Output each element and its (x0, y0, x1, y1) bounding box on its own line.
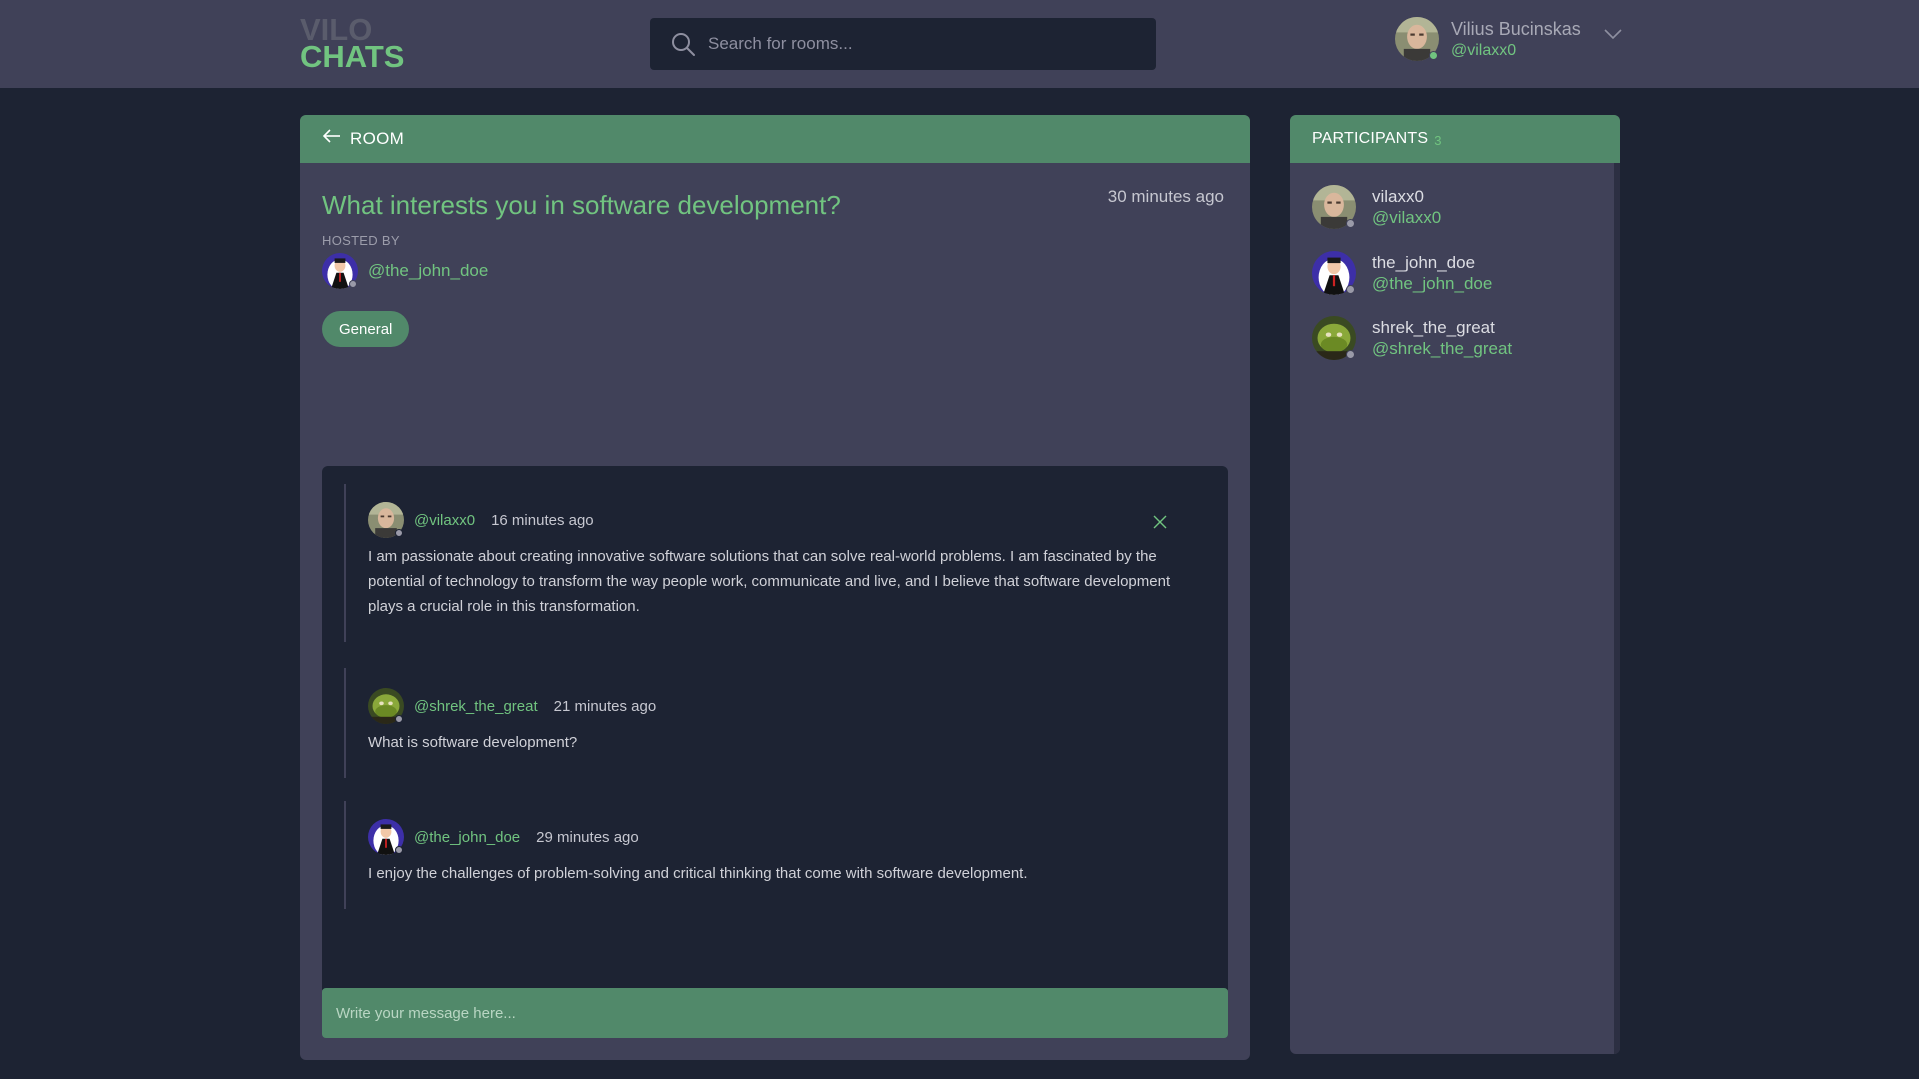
message-author[interactable]: @vilaxx0 (414, 512, 475, 529)
user-full-name: Vilius Bucinskas (1451, 18, 1581, 39)
participant-avatar (1312, 251, 1356, 295)
participant-item[interactable]: the_john_doe @the_john_doe (1312, 251, 1492, 295)
participant-name: vilaxx0 (1372, 186, 1424, 206)
arrow-left-icon[interactable] (322, 129, 342, 143)
message-author-avatar (368, 688, 404, 724)
offline-status-dot (395, 715, 403, 723)
message-input[interactable] (336, 1004, 1196, 1022)
participants-count: 3 (1434, 133, 1442, 148)
topic-tag[interactable]: General (322, 311, 410, 347)
message-body: I am passionate about creating innovativ… (368, 548, 1171, 615)
message-time: 21 minutes ago (553, 697, 657, 715)
online-status-dot (1429, 51, 1438, 60)
participants-label: PARTICIPANTS (1312, 130, 1429, 147)
offline-status-dot (1346, 285, 1355, 294)
participant-item[interactable]: vilaxx0 @vilaxx0 (1312, 185, 1441, 229)
participant-name: shrek_the_great (1372, 317, 1495, 337)
message-item: @vilaxx0 16 minutes ago I am passionate … (344, 484, 1204, 642)
host-avatar (322, 253, 358, 289)
search-icon (672, 33, 695, 56)
message-author[interactable]: @the_john_doe (414, 829, 520, 846)
offline-status-dot (1346, 219, 1355, 228)
message-author[interactable]: @shrek_the_great (414, 698, 538, 715)
participant-name: the_john_doe (1372, 252, 1476, 272)
offline-status-dot (395, 846, 403, 854)
top-navbar: VILO CHATS Vilius Bucinskas @vilaxx0 (0, 0, 1919, 88)
offline-status-dot (1346, 350, 1355, 359)
participant-handle: @vilaxx0 (1372, 207, 1442, 227)
user-avatar (1395, 17, 1439, 61)
host-handle[interactable]: @the_john_doe (368, 261, 488, 281)
participant-handle: @shrek_the_great (1372, 338, 1513, 358)
participants-panel: PARTICIPANTS 3 vilaxx0 @vilaxx0 the_john… (1290, 115, 1620, 1054)
participants-scrollbar[interactable] (1614, 163, 1620, 1054)
room-title: What interests you in software developme… (322, 190, 841, 220)
offline-status-dot (349, 280, 357, 288)
search-input[interactable] (708, 34, 1148, 54)
room-created-time: 30 minutes ago (1107, 187, 1224, 206)
room-header-label: ROOM (350, 129, 405, 148)
message-item: @the_john_doe 29 minutes ago I enjoy the… (344, 801, 1204, 909)
participant-avatar (1312, 185, 1356, 229)
message-time: 29 minutes ago (536, 828, 639, 846)
participant-avatar (1312, 316, 1356, 360)
participant-handle: @the_john_doe (1372, 273, 1493, 293)
message-thread: @vilaxx0 16 minutes ago I am passionate … (322, 466, 1228, 990)
message-author-avatar (368, 502, 404, 538)
hosted-by-label: HOSTED BY (322, 233, 400, 248)
close-icon[interactable] (1152, 514, 1168, 530)
message-item: @shrek_the_great 21 minutes ago What is … (344, 668, 1204, 778)
message-body: What is software development? (368, 734, 578, 751)
offline-status-dot (395, 529, 403, 537)
message-body: I enjoy the challenges of problem-solvin… (368, 865, 1028, 882)
room-host[interactable]: @the_john_doe (322, 253, 488, 289)
message-composer (322, 988, 1228, 1038)
user-menu[interactable]: Vilius Bucinskas @vilaxx0 (1395, 16, 1623, 62)
logo-line2: CHATS (300, 39, 405, 74)
participant-item[interactable]: shrek_the_great @shrek_the_great (1312, 316, 1512, 360)
message-time: 16 minutes ago (491, 511, 594, 529)
room-panel: ROOM What interests you in software deve… (300, 115, 1250, 1060)
search-bar (650, 18, 1156, 70)
participants-header: PARTICIPANTS 3 (1290, 115, 1620, 163)
chevron-down-icon[interactable] (1603, 28, 1623, 40)
app-logo[interactable]: VILO CHATS (300, 14, 405, 74)
user-handle: @vilaxx0 (1451, 41, 1517, 59)
room-header: ROOM (300, 115, 1250, 163)
message-author-avatar (368, 819, 404, 855)
